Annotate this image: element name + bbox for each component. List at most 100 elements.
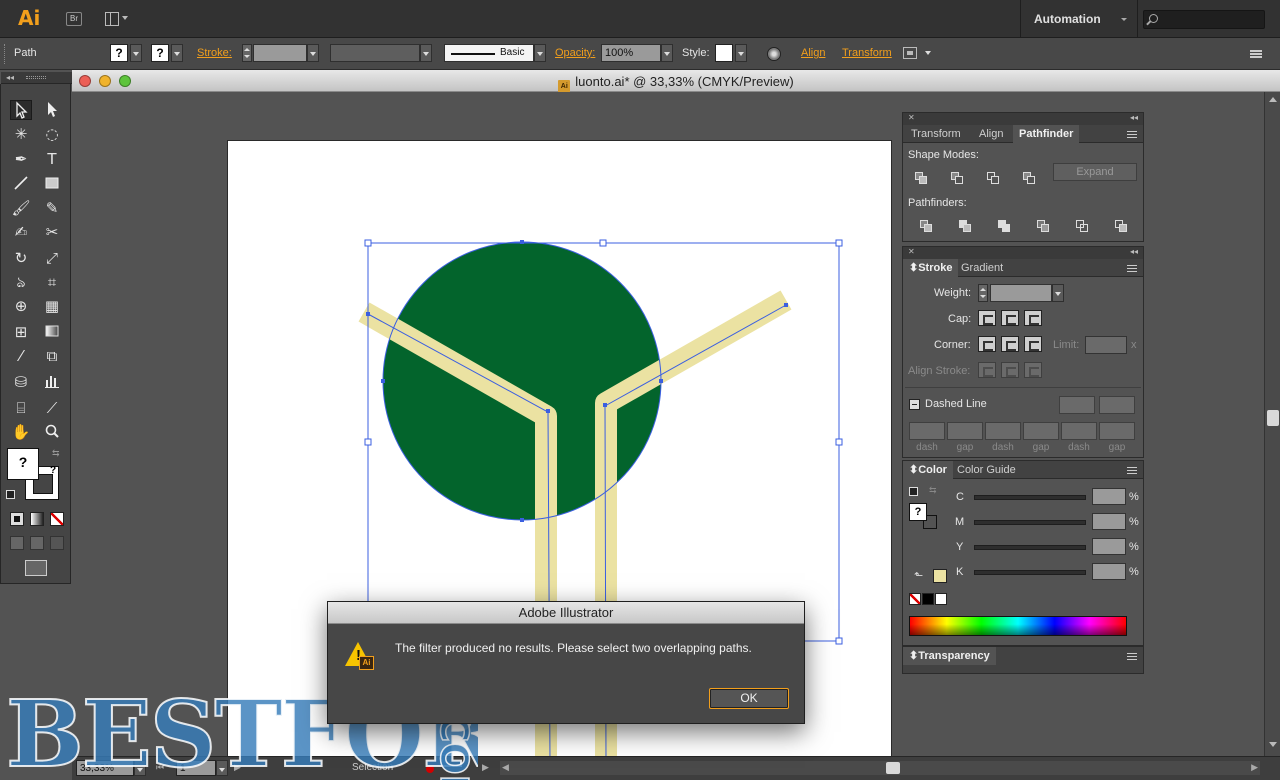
- scissors-tool[interactable]: ✂: [41, 222, 63, 242]
- tools-panel-header[interactable]: ◂◂: [1, 72, 72, 84]
- intersect-button[interactable]: [984, 170, 1002, 186]
- color-spectrum[interactable]: [909, 616, 1127, 636]
- brush-definition-field[interactable]: Basic: [444, 44, 534, 62]
- handle-bottom-right[interactable]: [835, 637, 843, 645]
- minus-front-button[interactable]: [948, 170, 966, 186]
- draw-behind-button[interactable]: [30, 536, 44, 550]
- black-slider[interactable]: [974, 570, 1086, 575]
- align-stroke-outside-button[interactable]: [1024, 362, 1042, 378]
- warp-tool[interactable]: ঌ: [10, 272, 32, 292]
- default-fill-stroke-icon[interactable]: [6, 490, 15, 499]
- panel-menu-icon[interactable]: [1127, 131, 1137, 138]
- tab-gradient[interactable]: Gradient: [955, 259, 1009, 277]
- horizontal-scrollbar[interactable]: ◀ ▶: [500, 761, 1260, 775]
- align-dash-button[interactable]: [1099, 396, 1135, 414]
- stroke-panel-link[interactable]: Stroke:: [197, 47, 232, 59]
- graphic-style-swatch[interactable]: [715, 44, 733, 62]
- preserve-dash-button[interactable]: [1059, 396, 1095, 414]
- handle-middle-left[interactable]: [364, 438, 372, 446]
- expand-button[interactable]: Expand: [1053, 163, 1137, 181]
- tab-transparency[interactable]: ⬍Transparency: [903, 647, 996, 665]
- round-cap-button[interactable]: [1001, 310, 1019, 326]
- collapse-panel-icon[interactable]: ◂◂: [1130, 113, 1138, 122]
- zoom-tool[interactable]: [41, 422, 63, 442]
- direct-selection-tool[interactable]: [41, 100, 63, 120]
- panel-header[interactable]: ✕ ◂◂: [903, 247, 1143, 259]
- out-of-gamut-icon[interactable]: ⬑: [914, 569, 923, 582]
- green-circle-shape[interactable]: [383, 242, 661, 520]
- gap-field-3[interactable]: [1099, 422, 1135, 440]
- panel-menu-icon[interactable]: [1127, 653, 1137, 660]
- paintbrush-tool[interactable]: 🖌: [10, 198, 32, 218]
- scroll-right-icon[interactable]: ▶: [1251, 762, 1258, 773]
- handle-top-center[interactable]: [599, 239, 607, 247]
- swap-fill-stroke-icon[interactable]: ⇆: [52, 448, 60, 459]
- color-mode-button[interactable]: [10, 512, 24, 526]
- divide-button[interactable]: [917, 218, 935, 234]
- yellow-field[interactable]: [1092, 538, 1126, 555]
- color-fill-indicator[interactable]: ?: [909, 503, 927, 521]
- stroke-weight-stepper[interactable]: [242, 44, 252, 62]
- magenta-field[interactable]: [1092, 513, 1126, 530]
- fill-indicator[interactable]: ?: [7, 448, 39, 480]
- tab-pathfinder[interactable]: Pathfinder: [1013, 125, 1080, 143]
- dash-field-3[interactable]: [1061, 422, 1097, 440]
- blob-brush-tool[interactable]: ✍: [10, 222, 32, 242]
- recolor-artwork-icon[interactable]: [767, 47, 781, 61]
- eyedropper-tool[interactable]: ⁄: [10, 346, 32, 366]
- close-panel-icon[interactable]: ✕: [908, 113, 915, 122]
- last-color-swatch[interactable]: [933, 569, 947, 583]
- vertical-scrollbar[interactable]: [1264, 92, 1280, 756]
- pen-tool[interactable]: ✒: [10, 149, 32, 169]
- dash-field-1[interactable]: [909, 422, 945, 440]
- miter-join-button[interactable]: [978, 336, 996, 352]
- unite-button[interactable]: [912, 170, 930, 186]
- bridge-button[interactable]: Br: [66, 12, 82, 26]
- opacity-panel-link[interactable]: Opacity:: [555, 47, 595, 59]
- opacity-dropdown[interactable]: [661, 44, 673, 62]
- arrange-documents-button[interactable]: [105, 12, 128, 26]
- align-stroke-center-button[interactable]: [978, 362, 996, 378]
- hand-tool[interactable]: ✋: [10, 422, 32, 442]
- merge-button[interactable]: [995, 218, 1013, 234]
- handle-top-left[interactable]: [364, 239, 372, 247]
- vertical-scroll-thumb[interactable]: [1267, 410, 1279, 426]
- isolate-dropdown[interactable]: [923, 44, 935, 62]
- pencil-tool[interactable]: ✎: [41, 198, 63, 218]
- none-mode-button[interactable]: [50, 512, 64, 526]
- butt-cap-button[interactable]: [978, 310, 996, 326]
- exclude-button[interactable]: [1020, 170, 1038, 186]
- line-segment-tool[interactable]: [10, 174, 32, 194]
- anchor-point[interactable]: [520, 518, 524, 522]
- anchor-point[interactable]: [784, 303, 788, 307]
- gradient-tool[interactable]: [41, 322, 63, 342]
- cyan-field[interactable]: [1092, 488, 1126, 505]
- brush-dropdown[interactable]: [534, 44, 546, 62]
- tab-stroke[interactable]: ⬍Stroke: [903, 259, 959, 277]
- anchor-point[interactable]: [546, 409, 550, 413]
- lasso-tool[interactable]: ◌: [41, 124, 63, 144]
- symbol-sprayer-tool[interactable]: ⛁: [10, 372, 32, 392]
- limit-field[interactable]: [1085, 336, 1127, 354]
- ok-button[interactable]: OK: [709, 688, 789, 709]
- free-transform-tool[interactable]: ⌗: [41, 272, 63, 292]
- black-swatch[interactable]: [922, 593, 934, 605]
- tab-color[interactable]: ⬍Color: [903, 461, 953, 479]
- swap-colors-icon[interactable]: ⇆: [929, 485, 937, 496]
- handle-top-right[interactable]: [835, 239, 843, 247]
- stroke-weight-dropdown[interactable]: [307, 44, 319, 62]
- status-menu-icon[interactable]: ▶: [482, 762, 489, 773]
- align-panel-link[interactable]: Align: [801, 47, 825, 59]
- transform-panel-link[interactable]: Transform: [842, 47, 892, 59]
- stroke-swatch-dropdown[interactable]: [171, 44, 183, 62]
- panel-menu-icon[interactable]: [1127, 265, 1137, 272]
- change-screen-mode-button[interactable]: [25, 560, 47, 576]
- black-field[interactable]: [1092, 563, 1126, 580]
- magenta-slider[interactable]: [974, 520, 1086, 525]
- draw-inside-button[interactable]: [50, 536, 64, 550]
- tools-grip[interactable]: [26, 76, 46, 79]
- type-tool[interactable]: T: [41, 149, 63, 169]
- blend-tool[interactable]: ⧉: [41, 346, 63, 366]
- stroke-swatch[interactable]: ?: [151, 44, 169, 62]
- collapse-icon[interactable]: ◂◂: [6, 73, 14, 82]
